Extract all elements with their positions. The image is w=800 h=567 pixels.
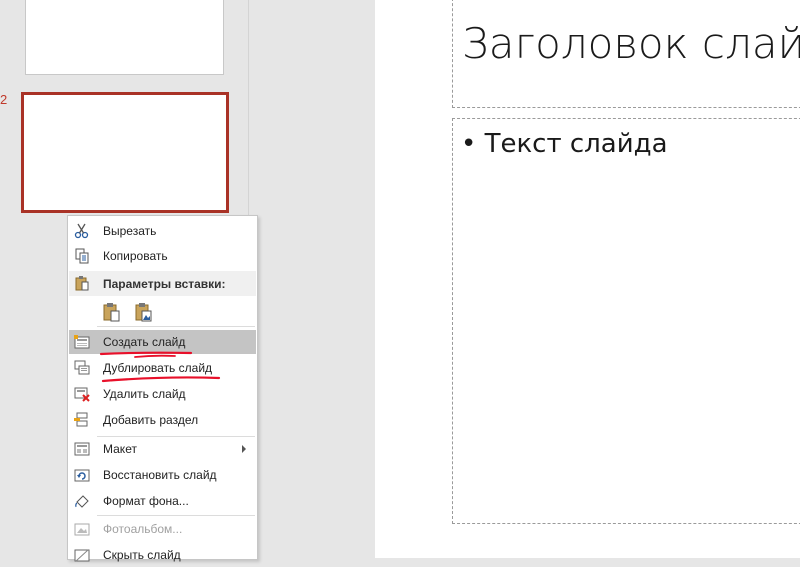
- title-placeholder[interactable]: Заголовок слайд: [452, 0, 800, 108]
- delete-slide-icon: [74, 387, 90, 402]
- paste-as-picture-icon[interactable]: [134, 301, 154, 323]
- menu-label-photo-album: Фотоальбом...: [103, 522, 183, 536]
- new-slide-icon: [74, 335, 90, 349]
- menu-label-delete-slide: Удалить слайд: [103, 387, 186, 401]
- paste-options-label: Параметры вставки:: [103, 277, 226, 291]
- paste-options-header: Параметры вставки:: [69, 271, 256, 296]
- menu-item-reset-slide[interactable]: Восстановить слайд: [69, 463, 256, 487]
- slide-thumbnail-2-selected[interactable]: [21, 92, 229, 213]
- pane-divider: [248, 0, 376, 558]
- reset-slide-icon: [74, 469, 90, 482]
- copy-icon: [75, 248, 89, 264]
- menu-item-delete-slide[interactable]: Удалить слайд: [69, 382, 256, 406]
- menu-item-layout[interactable]: Макет: [69, 437, 256, 461]
- hide-slide-icon: [74, 549, 90, 562]
- menu-item-photo-album[interactable]: Фотоальбом...: [69, 517, 256, 541]
- menu-item-copy[interactable]: Копировать: [69, 244, 256, 268]
- menu-item-hide-slide[interactable]: Скрыть слайд: [69, 543, 256, 567]
- menu-label-new-slide: Создать слайд: [103, 335, 186, 349]
- bullet-text: • Текст слайда: [461, 129, 668, 159]
- duplicate-slide-icon: [74, 360, 90, 375]
- menu-label-reset-slide: Восстановить слайд: [103, 468, 217, 482]
- layout-icon: [74, 442, 90, 456]
- menu-separator: [97, 515, 255, 516]
- clipboard-icon: [75, 276, 89, 291]
- photo-album-icon: [74, 523, 90, 536]
- menu-label-hide-slide: Скрыть слайд: [103, 548, 181, 562]
- menu-label-cut: Вырезать: [103, 224, 157, 238]
- menu-item-format-background[interactable]: Формат фона...: [69, 489, 256, 513]
- context-menu: Вырезать Копировать Параметры вставки: С…: [67, 215, 258, 562]
- menu-item-add-section[interactable]: Добавить раздел: [69, 408, 256, 432]
- menu-item-cut[interactable]: Вырезать: [69, 219, 256, 243]
- annotation-underline-marks: [99, 351, 221, 383]
- menu-label-add-section: Добавить раздел: [103, 413, 199, 427]
- menu-label-copy: Копировать: [103, 249, 168, 263]
- slide-title-text: Заголовок слайд: [462, 19, 800, 68]
- add-section-icon: [74, 412, 88, 427]
- menu-separator: [97, 326, 255, 327]
- submenu-arrow-icon: [242, 445, 246, 453]
- slide-thumbnail-1[interactable]: [25, 0, 224, 75]
- paste-keep-theme-icon[interactable]: [102, 301, 122, 323]
- format-background-icon: [75, 495, 89, 508]
- menu-label-format-background: Формат фона...: [103, 494, 189, 508]
- menu-label-layout: Макет: [103, 442, 137, 456]
- scissors-icon: [74, 223, 89, 239]
- content-placeholder[interactable]: • Текст слайда: [452, 118, 800, 524]
- slide-number-2: 2: [0, 92, 8, 107]
